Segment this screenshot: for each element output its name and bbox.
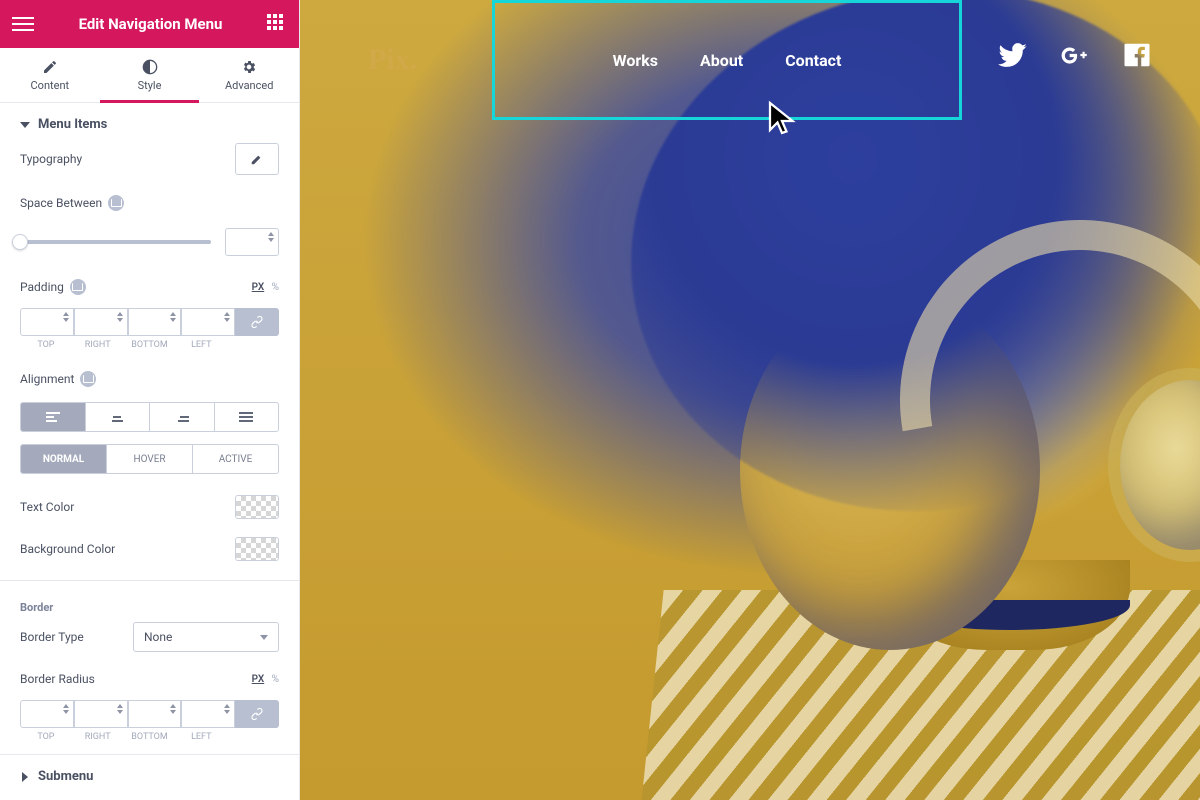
typography-edit-button[interactable]: [235, 143, 279, 175]
section-submenu[interactable]: Submenu: [20, 755, 279, 794]
border-type-select[interactable]: None: [133, 622, 279, 652]
radius-right-input[interactable]: [74, 700, 128, 728]
radius-link-button[interactable]: [235, 700, 279, 728]
padding-left-label: LEFT: [175, 340, 227, 350]
padding-right-input[interactable]: [74, 308, 128, 336]
padding-top-input[interactable]: [20, 308, 74, 336]
state-active-button[interactable]: ACTIVE: [193, 445, 278, 473]
padding-label: Padding: [20, 279, 252, 295]
padding-left-input[interactable]: [181, 308, 235, 336]
tab-content[interactable]: Content: [0, 48, 100, 102]
panel-header: Edit Navigation Menu: [0, 0, 299, 48]
padding-right-label: RIGHT: [72, 340, 124, 350]
align-left-button[interactable]: [21, 403, 86, 431]
section-menu-items[interactable]: Menu Items: [20, 103, 279, 142]
border-type-label: Border Type: [20, 630, 133, 644]
nav-item-contact[interactable]: Contact: [785, 51, 841, 70]
border-radius-label: Border Radius: [20, 672, 252, 686]
radius-bottom-input[interactable]: [128, 700, 182, 728]
padding-top-label: TOP: [20, 340, 72, 350]
text-color-swatch[interactable]: [235, 495, 279, 519]
border-heading: Border: [20, 591, 279, 620]
tab-content-label: Content: [31, 79, 70, 92]
pencil-icon: [42, 59, 58, 75]
gear-icon: [241, 59, 257, 75]
nav-item-works[interactable]: Works: [613, 51, 658, 70]
google-plus-icon[interactable]: [1060, 40, 1090, 70]
padding-units[interactable]: PX %: [252, 282, 279, 293]
bg-color-label: Background Color: [20, 542, 235, 556]
responsive-icon[interactable]: [80, 371, 96, 387]
link-icon: [250, 707, 264, 721]
widgets-grid-icon[interactable]: [267, 14, 287, 34]
link-icon: [250, 315, 264, 329]
typography-label: Typography: [20, 152, 235, 166]
state-segmented: NORMAL HOVER ACTIVE: [20, 444, 279, 474]
padding-bottom-input[interactable]: [128, 308, 182, 336]
tab-style[interactable]: Style: [100, 48, 200, 102]
contrast-icon: [142, 59, 158, 75]
nav-menu[interactable]: Works About Contact: [492, 0, 962, 120]
facebook-icon[interactable]: [1122, 40, 1152, 70]
responsive-icon[interactable]: [108, 195, 124, 211]
alignment-segmented: [20, 402, 279, 432]
site-logo: Pix.: [368, 43, 417, 77]
tab-advanced[interactable]: Advanced: [199, 48, 299, 102]
text-color-label: Text Color: [20, 500, 235, 514]
chevron-right-icon: [22, 772, 28, 782]
align-right-button[interactable]: [150, 403, 215, 431]
tab-advanced-label: Advanced: [225, 79, 273, 92]
state-normal-button[interactable]: NORMAL: [21, 445, 107, 473]
pencil-icon: [250, 152, 264, 166]
hamburger-icon[interactable]: [12, 17, 34, 31]
panel-title: Edit Navigation Menu: [34, 15, 267, 33]
chevron-down-icon: [260, 635, 268, 640]
nav-item-about[interactable]: About: [700, 51, 743, 70]
space-between-input[interactable]: [225, 228, 279, 256]
state-hover-button[interactable]: HOVER: [107, 445, 193, 473]
radius-left-input[interactable]: [181, 700, 235, 728]
preview-canvas: Pix. Works About Contact: [300, 0, 1200, 800]
panel-tabs: Content Style Advanced: [0, 48, 299, 103]
responsive-icon[interactable]: [70, 279, 86, 295]
chevron-down-icon: [20, 122, 30, 128]
align-center-button[interactable]: [86, 403, 151, 431]
panel-body: Menu Items Typography Space Between: [0, 103, 299, 800]
alignment-label: Alignment: [20, 371, 279, 387]
align-justify-button[interactable]: [215, 403, 279, 431]
border-radius-units[interactable]: PX %: [252, 674, 279, 685]
bg-color-swatch[interactable]: [235, 537, 279, 561]
padding-link-button[interactable]: [235, 308, 279, 336]
section-menu-items-label: Menu Items: [38, 117, 107, 132]
tab-style-label: Style: [138, 79, 162, 92]
section-submenu-label: Submenu: [38, 769, 93, 784]
cursor-icon: [764, 100, 800, 140]
padding-bottom-label: BOTTOM: [124, 340, 176, 350]
editor-panel: Edit Navigation Menu Content Style Advan…: [0, 0, 300, 800]
twitter-icon[interactable]: [998, 40, 1028, 70]
social-links: [998, 40, 1152, 70]
space-between-slider[interactable]: [20, 240, 211, 244]
radius-top-input[interactable]: [20, 700, 74, 728]
space-between-label: Space Between: [20, 195, 279, 211]
